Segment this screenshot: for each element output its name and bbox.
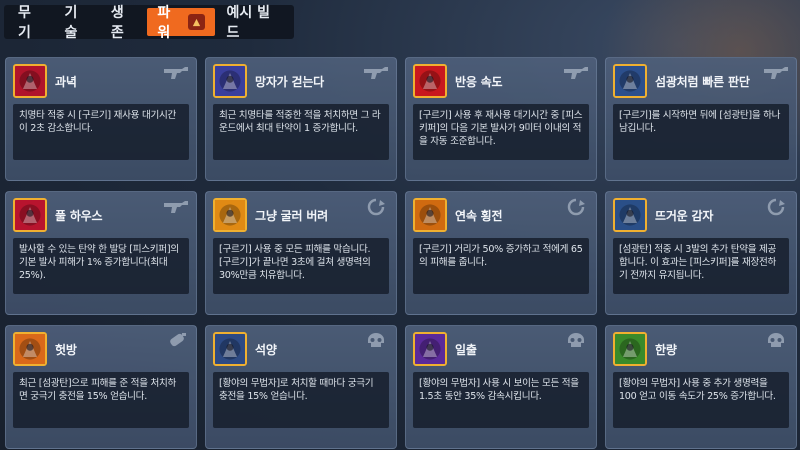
power-title: 섬광처럼 빠른 판단 (655, 74, 750, 89)
power-description: [황야의 무법자]로 처치할 때마다 궁극기 충전을 15% 얻습니다. (213, 372, 389, 428)
misfire-power-icon (13, 332, 47, 366)
sunset-power-icon (213, 332, 247, 366)
tab-3[interactable]: 파워 (147, 5, 215, 41)
revolver-icon (562, 64, 590, 82)
roll-icon (362, 198, 390, 216)
skull-icon (762, 332, 790, 350)
power-title: 한량 (655, 342, 677, 357)
power-title: 망자가 걷는다 (255, 74, 325, 89)
power-description: [섬광탄] 적중 시 3발의 추가 탄약을 제공합니다. 이 효과는 [피스키퍼… (613, 238, 789, 294)
barrel-roll-power-icon (413, 198, 447, 232)
reflex-target-power-icon (413, 64, 447, 98)
power-title: 일출 (455, 342, 477, 357)
power-card[interactable]: 그냥 굴러 버려 [구르기] 사용 중 모든 피해를 막습니다. [구르기]가 끝… (205, 191, 397, 315)
power-card[interactable]: 풀 하우스발사할 수 있는 탄약 한 발당 [피스키퍼]의 기본 발사 피해가 … (5, 191, 197, 315)
power-card[interactable]: 섬광처럼 빠른 판단 [구르기]를 시작하면 뒤에 [섬광탄]을 하나 남깁니다. (605, 57, 797, 181)
tab-0[interactable]: 무기 (8, 5, 52, 41)
power-title: 석양 (255, 342, 277, 357)
power-card[interactable]: 과녁치명타 적중 시 [구르기] 재사용 대기시간이 2초 감소합니다. (5, 57, 197, 181)
roll-icon (762, 198, 790, 216)
power-description: [구르기] 사용 중 모든 피해를 막습니다. [구르기]가 끝나면 3초에 걸… (213, 238, 389, 294)
power-description: 최근 치명타를 적중한 적을 처치하면 그 라운드에서 최대 탄약이 1 증가합… (213, 104, 389, 160)
power-title: 과녁 (55, 74, 77, 89)
walking-dead-power-icon (213, 64, 247, 98)
hot-potato-power-icon (613, 198, 647, 232)
tab-label: 파워 (157, 5, 171, 41)
category-tabbar: 무기 기술 생존 파워 예시 빌드 (4, 5, 294, 41)
just-roll-power-icon (213, 198, 247, 232)
tab-label: 생존 (110, 5, 124, 41)
power-title: 풀 하우스 (55, 208, 103, 223)
power-card[interactable]: 연속 횡전 [구르기] 거리가 50% 증가하고 적에게 65의 피해를 줍니다. (405, 191, 597, 315)
power-card[interactable]: 헛방최근 [섬광탄]으로 피해를 준 적을 처치하면 궁극기 충전을 15% 얻… (5, 325, 197, 449)
power-title: 헛방 (55, 342, 77, 357)
tab-2[interactable]: 생존 (101, 5, 145, 41)
power-description: [황야의 무법자] 사용 시 보이는 모든 적을 1.5초 동안 35% 감속시… (413, 372, 589, 428)
crosshair-power-icon (13, 64, 47, 98)
power-description: [구르기] 거리가 50% 증가하고 적에게 65의 피해를 줍니다. (413, 238, 589, 294)
power-card[interactable]: 뜨거운 감자 [섬광탄] 적중 시 3발의 추가 탄약을 제공합니다. 이 효과는… (605, 191, 797, 315)
tab-label: 무기 (18, 5, 31, 41)
power-title: 반응 속도 (455, 74, 503, 89)
power-title: 그냥 굴러 버려 (255, 208, 328, 223)
tab-1[interactable]: 기술 (54, 5, 98, 41)
power-description: 치명타 적중 시 [구르기] 재사용 대기시간이 2초 감소합니다. (13, 104, 189, 160)
tab-4[interactable]: 예시 빌드 (217, 5, 291, 41)
skull-icon (362, 332, 390, 350)
power-description: [구르기]를 시작하면 뒤에 [섬광탄]을 하나 남깁니다. (613, 104, 789, 160)
revolver-icon (362, 64, 390, 82)
revolver-icon (762, 64, 790, 82)
power-title: 연속 횡전 (455, 208, 503, 223)
power-badge-icon (187, 14, 205, 30)
power-card[interactable]: 망자가 걷는다최근 치명타를 적중한 적을 처치하면 그 라운드에서 최대 탄약… (205, 57, 397, 181)
power-card[interactable]: 한량 [황야의 무법자] 사용 중 추가 생명력을 100 얻고 이동 속도가 2… (605, 325, 797, 449)
power-card[interactable]: 일출 [황야의 무법자] 사용 시 보이는 모든 적을 1.5초 동안 35% 감… (405, 325, 597, 449)
power-card[interactable]: 반응 속도 [구르기] 사용 후 재사용 대기시간 중 [피스키퍼]의 다음 기본… (405, 57, 597, 181)
power-card[interactable]: 석양 [황야의 무법자]로 처치할 때마다 궁극기 충전을 15% 얻습니다. (205, 325, 397, 449)
power-description: [황야의 무법자] 사용 중 추가 생명력을 100 얻고 이동 속도가 25%… (613, 372, 789, 428)
flash-decision-power-icon (613, 64, 647, 98)
skull-icon (562, 332, 590, 350)
revolver-icon (162, 64, 190, 82)
revolver-icon (162, 198, 190, 216)
tab-label: 예시 빌드 (226, 5, 271, 41)
power-description: 발사할 수 있는 탄약 한 발당 [피스키퍼]의 기본 발사 피해가 1% 증가… (13, 238, 189, 294)
roll-icon (562, 198, 590, 216)
sunrise-power-icon (413, 332, 447, 366)
drifter-power-icon (613, 332, 647, 366)
power-title: 뜨거운 감자 (655, 208, 714, 223)
power-card-grid: 과녁 치명타 적중 시 [구르기] 재사용 대기시간이 2초 감소합니다. 망자가 … (5, 57, 797, 449)
power-description: [구르기] 사용 후 재사용 대기시간 중 [피스키퍼]의 다음 기본 발사가 … (413, 104, 589, 160)
grenade-icon (162, 332, 190, 350)
full-house-power-icon (13, 198, 47, 232)
tab-label: 기술 (64, 5, 78, 41)
power-description: 최근 [섬광탄]으로 피해를 준 적을 처치하면 궁극기 충전을 15% 얻습니… (13, 372, 189, 428)
